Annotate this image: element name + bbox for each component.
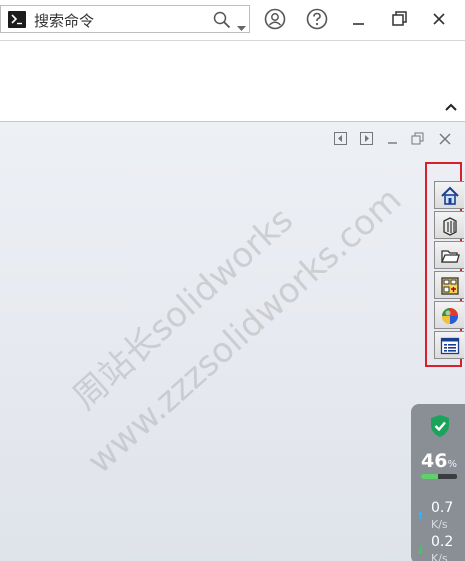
memory-percent-unit: %	[447, 459, 457, 470]
tab-design-library[interactable]	[434, 211, 464, 239]
memory-usage-value: 46%	[421, 450, 457, 472]
search-box[interactable]: 搜索命令	[0, 5, 250, 33]
viewport-close-icon[interactable]	[439, 130, 451, 149]
tab-custom-properties[interactable]	[434, 331, 464, 359]
tile-left-icon[interactable]	[334, 130, 347, 149]
graphics-area[interactable]: 周站长solidworks www.zzzsolidworks.com 46% …	[0, 122, 465, 561]
upload-rate-unit: K/s	[431, 518, 448, 531]
download-arrow-icon: ↓	[416, 544, 426, 557]
command-prompt-icon	[8, 11, 26, 28]
user-account-icon[interactable]	[264, 8, 288, 32]
chevron-up-icon[interactable]	[445, 96, 457, 115]
restore-icon[interactable]	[389, 8, 413, 32]
tab-view-palette[interactable]	[434, 271, 464, 299]
search-icon[interactable]	[213, 11, 231, 33]
upload-rate: 0.7	[431, 500, 454, 516]
minimize-icon[interactable]	[348, 8, 372, 32]
command-ribbon	[0, 41, 465, 122]
memory-usage-fill	[421, 474, 438, 479]
download-rate-unit: K/s	[431, 552, 448, 561]
tab-appearances[interactable]	[434, 301, 464, 329]
close-icon[interactable]	[428, 8, 452, 32]
shield-check-icon	[429, 414, 451, 442]
viewport-restore-icon[interactable]	[411, 130, 425, 149]
upload-arrow-icon: ↑	[416, 510, 426, 523]
help-icon[interactable]	[306, 8, 330, 32]
memory-usage-bar	[421, 474, 457, 479]
tab-solidworks-resources[interactable]	[434, 181, 464, 209]
title-bar: 搜索命令	[0, 0, 465, 41]
download-rate: 0.2	[431, 534, 454, 550]
memory-percent: 46	[421, 450, 448, 472]
viewport-minimize-icon[interactable]	[386, 130, 399, 149]
network-monitor-widget[interactable]: 46% ↑ 0.7 K/s ↓ 0.2 K/s	[411, 404, 465, 561]
tile-right-icon[interactable]	[360, 130, 373, 149]
chevron-down-icon[interactable]	[237, 17, 246, 36]
search-input[interactable]: 搜索命令	[34, 10, 94, 31]
task-pane-tabs	[425, 162, 464, 367]
tab-file-explorer[interactable]	[434, 241, 464, 269]
